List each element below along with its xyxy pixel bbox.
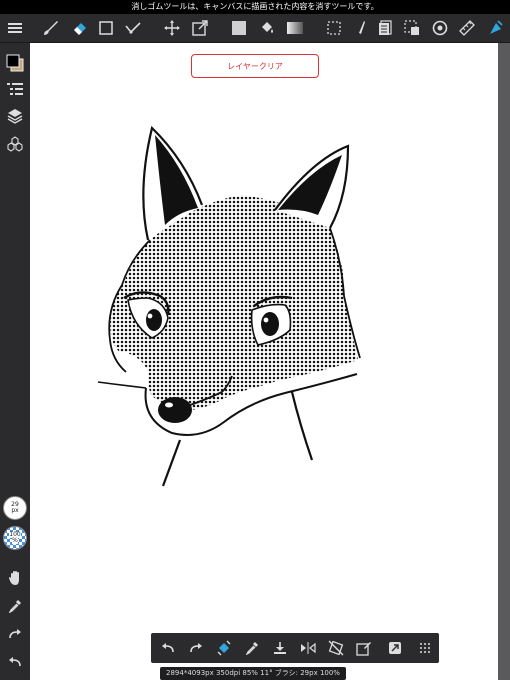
fox-illustration [97,125,361,487]
gradient-button[interactable] [283,16,307,40]
eyedropper-side-button[interactable] [3,594,27,618]
drawing-canvas[interactable] [30,43,498,680]
import-icon [274,642,286,654]
move-tool-button[interactable] [160,16,184,40]
eyedropper-button[interactable] [240,636,264,660]
rectangle-icon [99,21,113,35]
export-icon [389,642,401,654]
opacity-unit: % [12,537,18,544]
select-area-icon [404,20,419,35]
menu-icon [8,23,22,33]
prism-button[interactable] [483,16,507,40]
flip-button[interactable] [296,636,320,660]
status-message: 消しゴムツールは、キャンバスに描画された内容を消すツールです。 [131,2,379,11]
more-menu-button[interactable] [413,636,437,660]
export-button[interactable] [383,636,407,660]
color-swatch-icon [6,54,24,72]
redo-icon [190,643,202,653]
color-swatch[interactable] [3,51,27,75]
selection-icon [327,21,341,35]
checkmark-icon [125,22,141,34]
status-bar: 消しゴムツールは、キャンバスに描画された内容を消すツールです。 [0,0,510,14]
layer-list-button[interactable] [3,77,27,101]
redo-side-button[interactable] [3,622,27,646]
eyedropper-icon [245,642,258,655]
rotation-reset-button[interactable] [324,636,348,660]
menu-button[interactable] [3,16,27,40]
redo-button[interactable] [184,636,208,660]
canvas-scroll-area[interactable] [498,43,510,680]
undo-icon [162,643,174,653]
layers-button[interactable] [3,104,27,128]
fill-tool-icon [217,640,231,656]
canvas-info-text: 2894*4093px 350dpi 85% 11° ブラシ: 29px 100… [166,669,340,677]
undo-button[interactable] [156,636,180,660]
undo-icon [9,657,21,667]
list-icon [7,83,23,95]
snap-tool-button[interactable] [121,16,145,40]
canvas-info-bar: 2894*4093px 350dpi 85% 11° ブラシ: 29px 100… [160,667,346,680]
bottom-toolbar [151,633,439,663]
opacity-indicator[interactable]: 100 % [3,526,27,550]
edit-layer-icon [356,642,371,656]
pen-icon [359,21,365,34]
eyedropper-icon [8,600,21,613]
undo-side-button[interactable] [3,650,27,674]
hand-tool-button[interactable] [3,566,27,590]
dial-button[interactable] [428,16,452,40]
materials-icon [7,136,23,152]
materials-button[interactable] [3,132,27,156]
bucket-fill-button[interactable] [255,16,279,40]
edit-layer-button[interactable] [352,636,376,660]
selection-tool-button[interactable] [322,16,346,40]
prism-icon [490,20,503,34]
brush-tool-button[interactable] [39,16,63,40]
pen-tool-button[interactable] [349,16,373,40]
bucket-fill-icon [262,22,273,33]
fill-color-icon [232,21,246,35]
clear-layer-button[interactable]: レイヤークリア [191,54,319,78]
brush-size-indicator[interactable]: 29 px [3,496,27,520]
left-sidebar: 29 px 100 % [0,43,30,680]
import-button[interactable] [268,636,292,660]
gradient-icon [287,22,303,34]
transform-tool-button[interactable] [188,16,212,40]
redo-icon [9,629,21,639]
fill-tool-button[interactable] [212,636,236,660]
eraser-icon [74,23,86,35]
move-icon [164,20,180,36]
ruler-button[interactable] [455,16,479,40]
fill-color-button[interactable] [227,16,251,40]
top-toolbar [0,14,510,43]
grid-menu-icon [420,643,430,653]
layers-icon [7,109,23,124]
no-rotate-icon [328,640,344,656]
brush-size-unit: px [11,507,19,514]
pages-button[interactable] [373,16,397,40]
transform-icon [192,20,208,36]
select-area-button[interactable] [400,16,424,40]
ruler-icon [459,20,475,36]
dial-icon [432,20,448,36]
brush-icon [44,21,58,35]
hand-icon [9,571,19,585]
flip-icon [301,642,316,654]
pages-icon [379,20,392,35]
rectangle-tool-button[interactable] [94,16,118,40]
eraser-tool-button[interactable] [68,16,92,40]
